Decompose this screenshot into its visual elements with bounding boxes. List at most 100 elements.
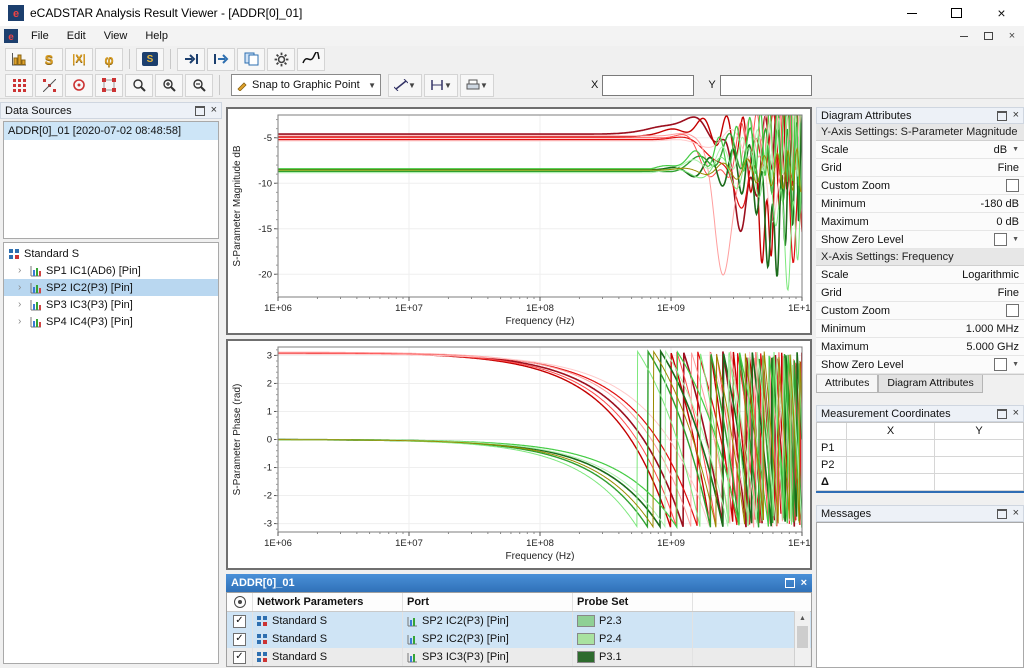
matrix-view-button[interactable]: [5, 74, 33, 97]
chevron-right-icon[interactable]: ›: [18, 282, 26, 293]
freehand-curve-button[interactable]: [297, 48, 325, 71]
results-panel: ADDR[0]_01 × Network Parameters Port Pro…: [226, 574, 812, 667]
x-grid-value[interactable]: Fine: [998, 287, 1019, 299]
print-button[interactable]: ▼: [460, 74, 494, 97]
float-panel-icon[interactable]: [195, 106, 205, 116]
probe-column-header[interactable]: Probe Set: [573, 593, 693, 611]
probe-select-button[interactable]: [65, 74, 93, 97]
x-custom-zoom-checkbox[interactable]: [1006, 304, 1019, 317]
table-row[interactable]: ✓ Standard S SP3 IC3(P3) [Pin] P3.1: [227, 648, 811, 666]
mdi-minimize-button[interactable]: [956, 29, 972, 43]
tab-attributes[interactable]: Attributes: [816, 375, 878, 393]
tree-item-sp4[interactable]: › SP4 IC4(P3) [Pin]: [4, 313, 218, 330]
menu-view[interactable]: View: [95, 26, 137, 46]
visibility-checkbox[interactable]: ✓: [233, 651, 246, 664]
float-panel-icon[interactable]: [785, 578, 795, 588]
network-cell: Standard S: [272, 633, 327, 645]
close-panel-icon[interactable]: ×: [1013, 508, 1019, 519]
tree-item-sp1[interactable]: › SP1 IC1(AD6) [Pin]: [4, 262, 218, 279]
y-grid-value[interactable]: Fine: [998, 162, 1019, 174]
tree-item-sp3[interactable]: › SP3 IC3(P3) [Pin]: [4, 296, 218, 313]
float-panel-icon[interactable]: [997, 409, 1007, 419]
tree-item-sp2[interactable]: › SP2 IC2(P3) [Pin]: [4, 279, 218, 296]
menu-file[interactable]: File: [22, 26, 58, 46]
x-scale-value[interactable]: Logarithmic: [962, 269, 1019, 281]
y-maximum-value[interactable]: 0 dB: [996, 216, 1019, 228]
chevron-right-icon[interactable]: ›: [18, 299, 26, 310]
parameter-tree[interactable]: Standard S › SP1 IC1(AD6) [Pin] › SP2 IC…: [3, 242, 219, 664]
x-minimum-value[interactable]: 1.000 MHz: [966, 323, 1019, 335]
messages-content[interactable]: [816, 522, 1024, 668]
menu-edit[interactable]: Edit: [58, 26, 95, 46]
matrix-diagonal-button[interactable]: [35, 74, 63, 97]
magnitude-button[interactable]: |X|: [65, 48, 93, 71]
visibility-checkbox[interactable]: ✓: [233, 615, 246, 628]
y-coordinate-input[interactable]: [720, 75, 812, 96]
zoom-in-button[interactable]: [155, 74, 183, 97]
measurement-table-header: X Y: [817, 423, 1023, 440]
p2-x-value[interactable]: [847, 457, 935, 473]
y-minimum-value[interactable]: -180 dB: [980, 198, 1019, 210]
corner-frame-icon: [102, 78, 116, 92]
port-column-header[interactable]: Port: [403, 593, 573, 611]
s-parameter-button[interactable]: S: [35, 48, 63, 71]
phase-button[interactable]: φ: [95, 48, 123, 71]
smith-chart-button[interactable]: S: [136, 48, 164, 71]
chevron-right-icon[interactable]: ›: [18, 265, 26, 276]
analysis-run-list[interactable]: ADDR[0]_01 [2020-07-02 08:48:58]: [3, 121, 219, 239]
network-column-header[interactable]: Network Parameters: [253, 593, 403, 611]
table-row[interactable]: ✓ Standard S SP2 IC2(P3) [Pin] P2.3: [227, 612, 811, 630]
float-panel-icon[interactable]: [997, 111, 1007, 121]
menu-help[interactable]: Help: [136, 26, 177, 46]
import-arrow-icon: [213, 52, 229, 66]
y-scale-value[interactable]: dB: [994, 144, 1007, 156]
chevron-right-icon[interactable]: ›: [18, 316, 26, 327]
visibility-checkbox[interactable]: ✓: [233, 633, 246, 646]
export-curve-button[interactable]: [177, 48, 205, 71]
p1-x-value[interactable]: [847, 440, 935, 456]
mdi-restore-button[interactable]: [980, 29, 996, 43]
measure-delta-button[interactable]: ▼: [424, 74, 458, 97]
chevron-down-icon[interactable]: ▼: [1012, 146, 1019, 153]
copy-curves-button[interactable]: [237, 48, 265, 71]
mdi-close-button[interactable]: ×: [1004, 29, 1020, 43]
diagram-view-button[interactable]: [5, 48, 33, 71]
tree-root-standard-s[interactable]: Standard S: [4, 245, 218, 262]
zoom-out-button[interactable]: [185, 74, 213, 97]
close-panel-icon[interactable]: ×: [211, 105, 217, 116]
settings-button[interactable]: [267, 48, 295, 71]
zoom-window-button[interactable]: [125, 74, 153, 97]
snap-mode-select[interactable]: Snap to Graphic Point ▼: [231, 74, 381, 96]
fit-view-button[interactable]: [95, 74, 123, 97]
close-button[interactable]: ×: [979, 0, 1024, 26]
table-row[interactable]: ✓ Standard S SP2 IC2(P3) [Pin] P2.4: [227, 630, 811, 648]
import-curve-button[interactable]: [207, 48, 235, 71]
x-maximum-value[interactable]: 5.000 GHz: [966, 341, 1019, 353]
y-show-zero-checkbox[interactable]: [994, 233, 1007, 246]
close-panel-icon[interactable]: ×: [801, 578, 807, 589]
close-panel-icon[interactable]: ×: [1013, 408, 1019, 419]
close-panel-icon[interactable]: ×: [1013, 110, 1019, 121]
p1-y-value[interactable]: [935, 440, 1023, 456]
measure-line-button[interactable]: ▼: [388, 74, 422, 97]
close-icon: ×: [997, 6, 1005, 20]
x-coordinate-input[interactable]: [602, 75, 694, 96]
results-panel-header[interactable]: ADDR[0]_01 ×: [226, 574, 812, 592]
magnitude-chart[interactable]: 1E+061E+071E+081E+091E+10-5-10-15-20Freq…: [228, 109, 810, 333]
chevron-down-icon[interactable]: ▼: [1012, 361, 1019, 368]
tab-diagram-attributes[interactable]: Diagram Attributes: [878, 375, 982, 393]
p2-y-value[interactable]: [935, 457, 1023, 473]
vertical-scrollbar[interactable]: ▲ ▼: [794, 611, 810, 667]
x-show-zero-checkbox[interactable]: [994, 358, 1007, 371]
phase-chart[interactable]: 1E+061E+071E+081E+091E+103210-1-2-3Frequ…: [228, 341, 810, 568]
float-panel-icon[interactable]: [997, 509, 1007, 519]
y-custom-zoom-checkbox[interactable]: [1006, 179, 1019, 192]
minimize-button[interactable]: [889, 0, 934, 26]
scroll-up-icon[interactable]: ▲: [795, 611, 810, 625]
svg-text:-15: -15: [258, 224, 272, 235]
maximize-button[interactable]: [934, 0, 979, 26]
svg-text:1E+10: 1E+10: [788, 538, 810, 549]
analysis-run-item[interactable]: ADDR[0]_01 [2020-07-02 08:48:58]: [4, 122, 218, 140]
scrollbar-thumb[interactable]: [797, 626, 808, 648]
chevron-down-icon[interactable]: ▼: [1012, 236, 1019, 243]
